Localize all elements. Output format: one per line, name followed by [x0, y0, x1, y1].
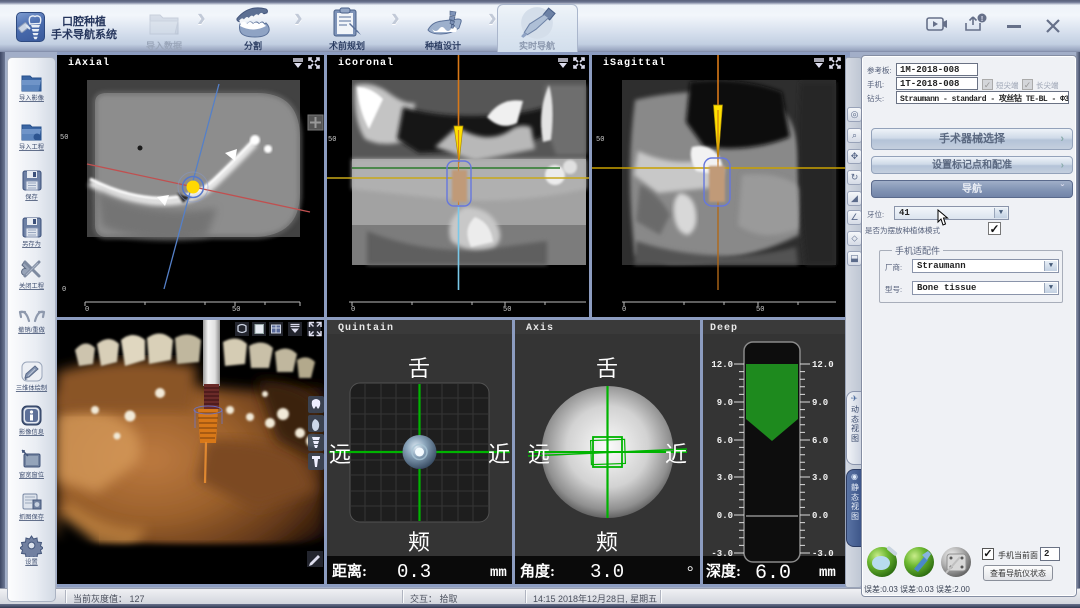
svg-text:深度:: 深度:	[706, 562, 741, 580]
svg-text:颊: 颊	[596, 530, 618, 555]
svg-text:舌: 舌	[596, 356, 618, 381]
svg-text:6.0: 6.0	[812, 436, 828, 446]
svg-text:角度:: 角度:	[520, 562, 555, 580]
svg-text:3.0: 3.0	[812, 473, 828, 483]
svg-text:-3.0: -3.0	[812, 549, 834, 559]
svg-text:3.0: 3.0	[717, 473, 733, 483]
svg-text:远: 远	[329, 442, 351, 467]
svg-text:50: 50	[60, 134, 68, 142]
svg-text:50: 50	[503, 306, 511, 314]
svg-text:3.0: 3.0	[590, 561, 624, 583]
svg-text:50: 50	[596, 136, 604, 144]
svg-text:12.0: 12.0	[812, 360, 834, 370]
svg-text:12.0: 12.0	[711, 360, 733, 370]
svg-text:50: 50	[328, 136, 336, 144]
svg-text:0.3: 0.3	[397, 561, 431, 583]
svg-text:50: 50	[232, 306, 240, 314]
svg-text:mm: mm	[819, 565, 836, 581]
svg-text:°: °	[687, 564, 693, 581]
svg-text:50: 50	[756, 306, 764, 314]
svg-text:9.0: 9.0	[812, 398, 828, 408]
svg-text:近: 近	[665, 442, 687, 467]
svg-text:舌: 舌	[408, 356, 430, 381]
svg-text:颊: 颊	[408, 530, 430, 555]
svg-text:0.0: 0.0	[717, 511, 733, 521]
svg-text:0: 0	[85, 306, 89, 314]
svg-text:0: 0	[351, 306, 355, 314]
svg-text:6.0: 6.0	[755, 562, 791, 584]
svg-text:近: 近	[488, 442, 510, 467]
svg-text:!: !	[981, 16, 983, 23]
svg-text:6.0: 6.0	[717, 436, 733, 446]
svg-text:0.0: 0.0	[812, 511, 828, 521]
svg-text:9.0: 9.0	[717, 398, 733, 408]
svg-text:-3.0: -3.0	[711, 549, 733, 559]
svg-text:0: 0	[62, 286, 66, 294]
svg-text:远: 远	[528, 442, 550, 467]
svg-text:0: 0	[622, 306, 626, 314]
svg-text:mm: mm	[490, 565, 507, 581]
svg-text:距离:: 距离:	[332, 562, 367, 580]
